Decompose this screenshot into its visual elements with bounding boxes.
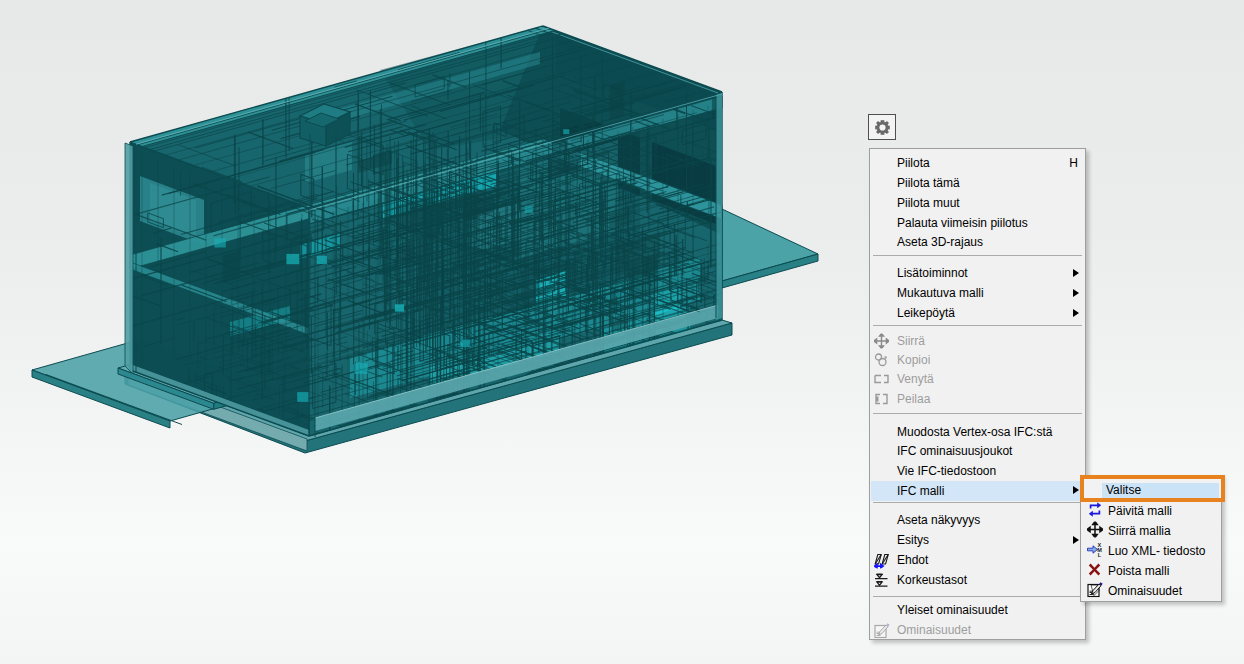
svg-text:L: L <box>1098 551 1102 557</box>
